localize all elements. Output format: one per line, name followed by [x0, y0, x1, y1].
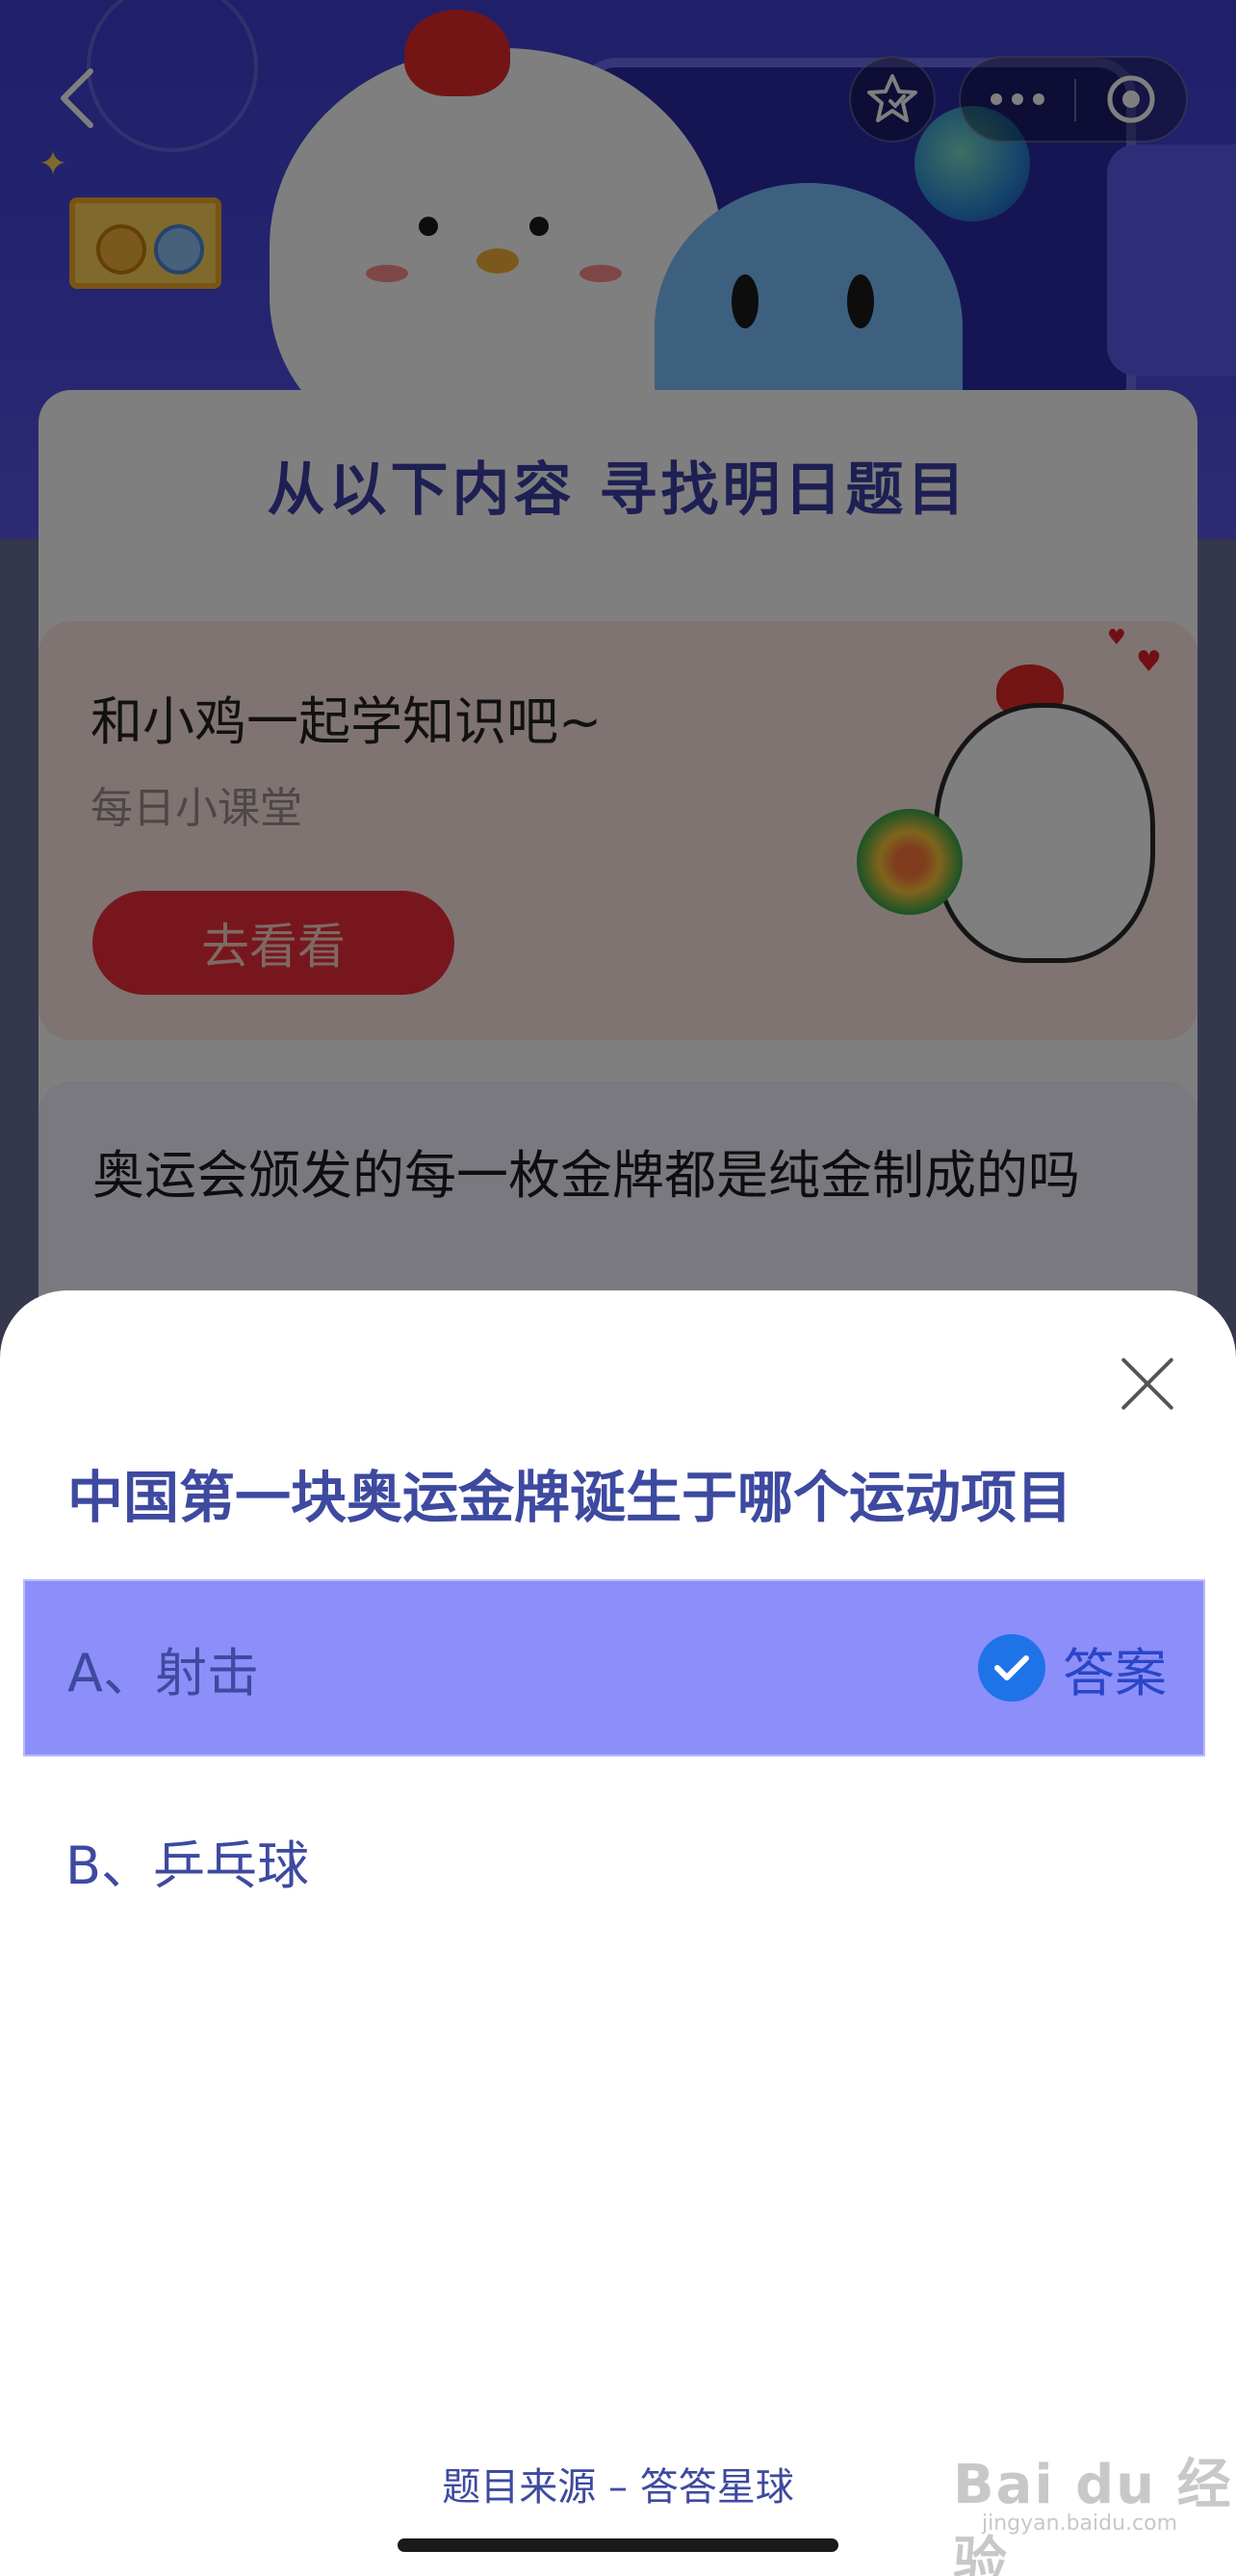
baidu-watermark: Bai du 经验: [953, 2454, 1233, 2576]
close-icon[interactable]: [1117, 1352, 1180, 1416]
page: ✦ 从以下内容 寻找明日题目 和小鸡一起学知识吧~ 每日小课堂 去看看 ♥: [0, 0, 1236, 2576]
option-label: B、乒乓球: [65, 1834, 310, 1896]
check-icon: [978, 1634, 1045, 1702]
answer-label: 答案: [1063, 1642, 1167, 1704]
question-text: 中国第一块奥运金牌诞生于哪个运动项目: [67, 1465, 1073, 1530]
answer-tag: 答案: [978, 1581, 1167, 1755]
home-indicator[interactable]: [398, 2538, 838, 2552]
option-label: A、射击: [67, 1642, 259, 1704]
option-b[interactable]: B、乒乓球: [23, 1772, 1205, 1949]
answer-sheet: 中国第一块奥运金牌诞生于哪个运动项目 A、射击 答案 B、乒乓球: [0, 1290, 1236, 2576]
watermark-url: jingyan.baidu.com: [982, 2511, 1178, 2536]
option-a[interactable]: A、射击 答案: [23, 1579, 1205, 1756]
